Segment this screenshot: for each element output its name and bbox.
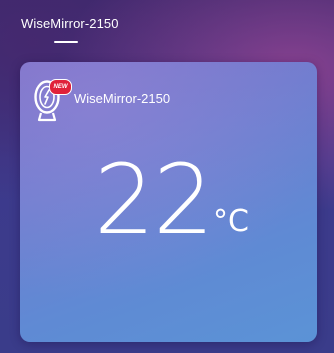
new-badge: NEW — [49, 79, 72, 95]
device-card[interactable]: NEW WiseMirror-2150 22 °C — [20, 62, 317, 342]
temperature-unit: °C — [213, 204, 249, 239]
app-screen: WiseMirror-2150 NEW WiseMirror-2150 22 °… — [0, 0, 334, 353]
temperature-value: 22 — [94, 144, 214, 256]
title-underline-indicator — [54, 41, 78, 43]
device-name: WiseMirror-2150 — [74, 91, 171, 106]
page-title: WiseMirror-2150 — [21, 16, 119, 31]
temperature-display: 22 °C — [20, 150, 317, 260]
